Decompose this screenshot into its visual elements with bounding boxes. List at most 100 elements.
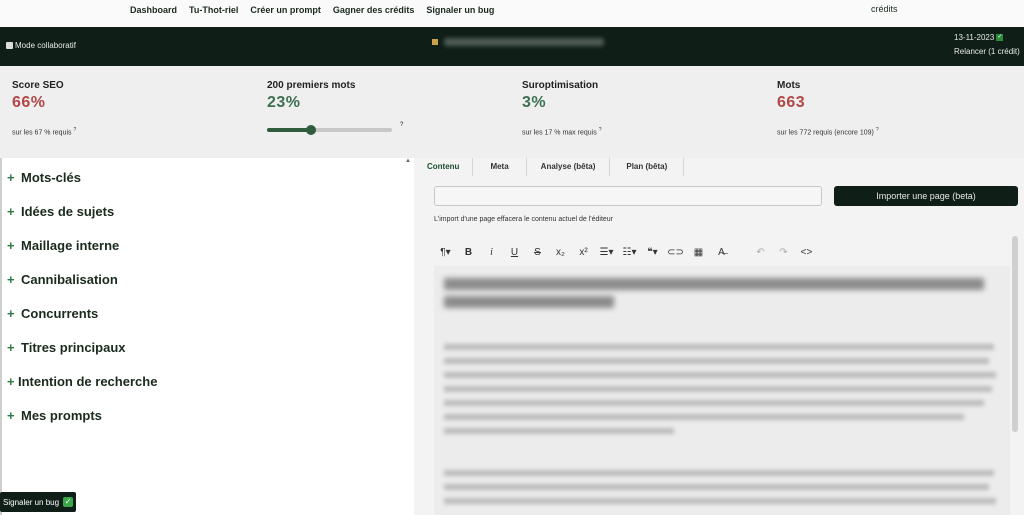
- check-icon: ✓: [996, 34, 1004, 41]
- plus-icon: +: [7, 170, 15, 185]
- slider-thumb[interactable]: [305, 125, 316, 135]
- stat-label: Suroptimisation: [522, 80, 599, 91]
- ordered-list-icon[interactable]: ☰▾: [595, 247, 618, 258]
- plus-icon: +: [7, 272, 15, 287]
- underline-icon[interactable]: U: [503, 247, 526, 258]
- accordion-item-main-titles[interactable]: + Titres principaux: [7, 340, 157, 374]
- tab-plan[interactable]: Plan (bêta): [610, 158, 685, 176]
- accordion-item-internal-links[interactable]: + Maillage interne: [7, 238, 157, 272]
- undo-icon[interactable]: ↶: [749, 247, 772, 258]
- blurred-heading: [444, 278, 984, 290]
- plus-icon: +: [7, 340, 15, 355]
- help-icon[interactable]: ?: [876, 127, 879, 133]
- blurred-text-line: [444, 498, 996, 504]
- stat-label: 200 premiers mots: [267, 80, 356, 91]
- nav-dashboard[interactable]: Dashboard: [130, 5, 177, 15]
- code-icon[interactable]: <>: [795, 247, 818, 258]
- bullet-list-icon[interactable]: ☷▾: [618, 247, 641, 258]
- blurred-text-line: [444, 428, 674, 434]
- left-sidebar: ▲ + Mots-clés + Idées de sujets + Maillage …: [0, 158, 414, 515]
- blurred-text-line: [444, 358, 989, 364]
- stat-first-words: 200 premiers mots 23% ?: [267, 80, 507, 135]
- help-icon[interactable]: ?: [599, 127, 602, 133]
- nav-tu-thot-riel[interactable]: Tu-Thot-riel: [189, 5, 238, 15]
- blurred-text-line: [444, 386, 992, 392]
- nav-links: Dashboard Tu-Thot-riel Créer un prompt G…: [130, 5, 494, 15]
- stat-sub: sur les 772 requis (encore 109)?: [777, 127, 879, 137]
- superscript-icon[interactable]: x²: [572, 247, 595, 258]
- top-navigation: Dashboard Tu-Thot-riel Créer un prompt G…: [0, 0, 1024, 27]
- nav-report-bug[interactable]: Signaler un bug: [426, 5, 494, 15]
- import-url-input[interactable]: [434, 186, 822, 206]
- blurred-text-line: [444, 400, 984, 406]
- stat-value: 23%: [267, 94, 301, 111]
- help-icon[interactable]: ?: [400, 122, 403, 128]
- accordion-item-competitors[interactable]: + Concurrents: [7, 306, 157, 340]
- plus-icon: +: [7, 408, 15, 423]
- plus-icon: +: [7, 204, 15, 219]
- document-title: [432, 38, 604, 46]
- document-header: Mode collaboratif 13-11-2023 ✓ Relancer …: [0, 27, 1024, 66]
- tab-content[interactable]: Contenu: [414, 158, 474, 176]
- accordion-item-keywords[interactable]: + Mots-clés: [7, 170, 157, 204]
- slider-fill: [267, 128, 311, 132]
- accordion-item-my-prompts[interactable]: + Mes prompts: [7, 408, 157, 442]
- import-hint: L'import d'une page effacera le contenu …: [434, 216, 614, 223]
- blurred-text-line: [444, 484, 989, 490]
- blurred-heading: [444, 296, 614, 308]
- stat-value: 66%: [12, 94, 46, 111]
- stat-sub: sur les 67 % requis?: [12, 127, 77, 137]
- paragraph-icon[interactable]: ¶▾: [434, 247, 457, 258]
- import-page-button[interactable]: Importer une page (beta): [834, 186, 1018, 206]
- tab-analysis[interactable]: Analyse (bêta): [527, 158, 611, 176]
- nav-create-prompt[interactable]: Créer un prompt: [250, 5, 321, 15]
- bold-icon[interactable]: B: [457, 247, 480, 258]
- table-icon[interactable]: ▦: [687, 247, 710, 258]
- strikethrough-icon[interactable]: S: [526, 247, 549, 258]
- stats-panel: Score SEO 66% sur les 67 % requis? 200 p…: [0, 66, 1024, 158]
- stat-value: 663: [777, 94, 806, 111]
- plus-icon: +: [7, 374, 15, 389]
- subscript-icon[interactable]: x₂: [549, 247, 572, 258]
- check-icon: ✓: [63, 497, 74, 507]
- redo-icon[interactable]: ↷: [772, 247, 795, 258]
- flag-icon: [432, 39, 438, 45]
- accordion-item-search-intent[interactable]: + Intention de recherche: [7, 374, 157, 408]
- editor-tabs: Contenu Meta Analyse (bêta) Plan (bêta): [414, 158, 1024, 176]
- document-date: 13-11-2023 ✓: [954, 33, 1004, 42]
- nav-earn-credits[interactable]: Gagner des crédits: [333, 5, 415, 15]
- stat-overoptimization: Suroptimisation 3% sur les 17 % max requ…: [522, 80, 762, 136]
- stat-seo-score: Score SEO 66% sur les 67 % requis?: [12, 80, 252, 136]
- plus-icon: +: [7, 238, 15, 253]
- stat-label: Mots: [777, 80, 801, 91]
- accordion-item-topic-ideas[interactable]: + Idées de sujets: [7, 204, 157, 238]
- plus-icon: +: [7, 306, 15, 321]
- blurred-title: [444, 38, 604, 46]
- accordion-item-cannibalization[interactable]: + Cannibalisation: [7, 272, 157, 306]
- credits-link[interactable]: crédits: [871, 4, 898, 14]
- help-icon[interactable]: ?: [74, 127, 77, 133]
- blurred-text-line: [444, 414, 964, 420]
- first-words-slider[interactable]: [267, 125, 392, 135]
- blurred-text-line: [444, 372, 996, 378]
- accordion-list: + Mots-clés + Idées de sujets + Maillage in…: [7, 170, 157, 442]
- editor-scrollbar[interactable]: [1012, 236, 1018, 432]
- link-icon[interactable]: ⊂⊃: [664, 247, 687, 258]
- relaunch-button[interactable]: Relancer (1 crédit): [954, 47, 1020, 56]
- quote-icon[interactable]: ❝▾: [641, 247, 664, 258]
- editor-content-area[interactable]: [434, 266, 1010, 515]
- collaborative-mode-toggle[interactable]: Mode collaboratif: [6, 41, 76, 50]
- stat-sub: sur les 17 % max requis?: [522, 127, 602, 137]
- tab-meta[interactable]: Meta: [473, 158, 527, 176]
- report-bug-button[interactable]: Signaler un bug ✓: [0, 492, 77, 512]
- italic-icon[interactable]: i: [480, 247, 503, 258]
- blurred-text-line: [444, 470, 994, 476]
- stat-word-count: Mots 663 sur les 772 requis (encore 109)…: [777, 80, 1017, 136]
- collaborative-mode-label: Mode collaboratif: [15, 41, 76, 50]
- checkbox-icon[interactable]: [6, 42, 13, 49]
- clear-format-icon[interactable]: A̶: [710, 247, 733, 258]
- date-text: 13-11-2023: [954, 33, 995, 42]
- stat-value: 3%: [522, 94, 547, 111]
- blurred-text-line: [444, 344, 994, 350]
- scroll-up-icon[interactable]: ▲: [405, 158, 411, 164]
